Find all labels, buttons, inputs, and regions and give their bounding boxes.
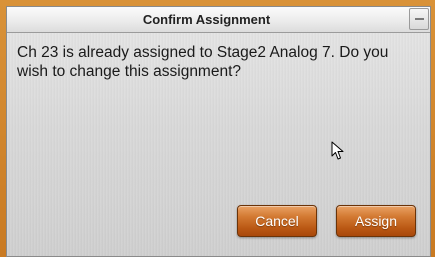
dialog-title: Confirm Assignment bbox=[142, 12, 271, 27]
dialog-message: Ch 23 is already assigned to Stage2 Anal… bbox=[17, 44, 389, 80]
dialog-titlebar[interactable]: Confirm Assignment bbox=[7, 7, 430, 33]
mouse-cursor-icon bbox=[331, 141, 344, 160]
minimize-button[interactable] bbox=[409, 8, 429, 30]
minimize-icon bbox=[415, 18, 424, 20]
cancel-button[interactable]: Cancel bbox=[237, 205, 317, 237]
dialog-panel: Confirm Assignment Ch 23 is already assi… bbox=[6, 6, 431, 257]
dialog-window: Confirm Assignment Ch 23 is already assi… bbox=[0, 0, 435, 257]
assign-button[interactable]: Assign bbox=[336, 205, 416, 237]
